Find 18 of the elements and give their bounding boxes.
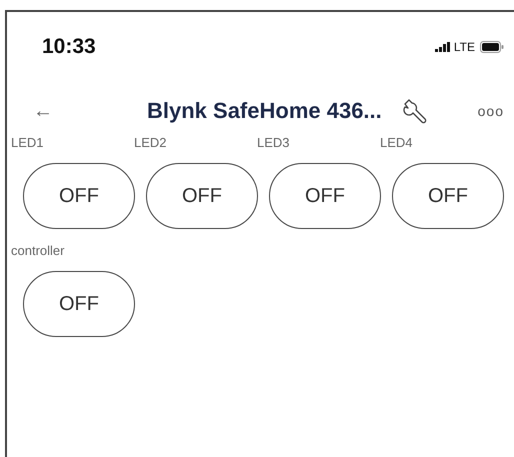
widget-label: LED4 [380,135,414,152]
status-time: 10:33 [42,35,96,59]
widget-label: LED1 [11,135,45,152]
back-button[interactable]: ← [33,100,73,122]
widget-label: controller [11,243,66,260]
battery-icon [480,41,504,53]
widget-label: LED3 [257,135,291,152]
device-title: Blynk SafeHome 436... [147,98,382,124]
switch-button[interactable]: OFF [392,163,504,229]
switch-button[interactable]: OFF [146,163,258,229]
switch-button[interactable]: OFF [23,271,135,337]
network-label: LTE [454,40,475,54]
wrench-icon[interactable] [402,98,428,124]
switch-button[interactable]: OFF [23,163,135,229]
switch-button[interactable]: OFF [269,163,381,229]
more-button[interactable]: ooo [478,103,504,119]
widget-label: LED2 [134,135,168,152]
signal-icon [434,42,451,52]
